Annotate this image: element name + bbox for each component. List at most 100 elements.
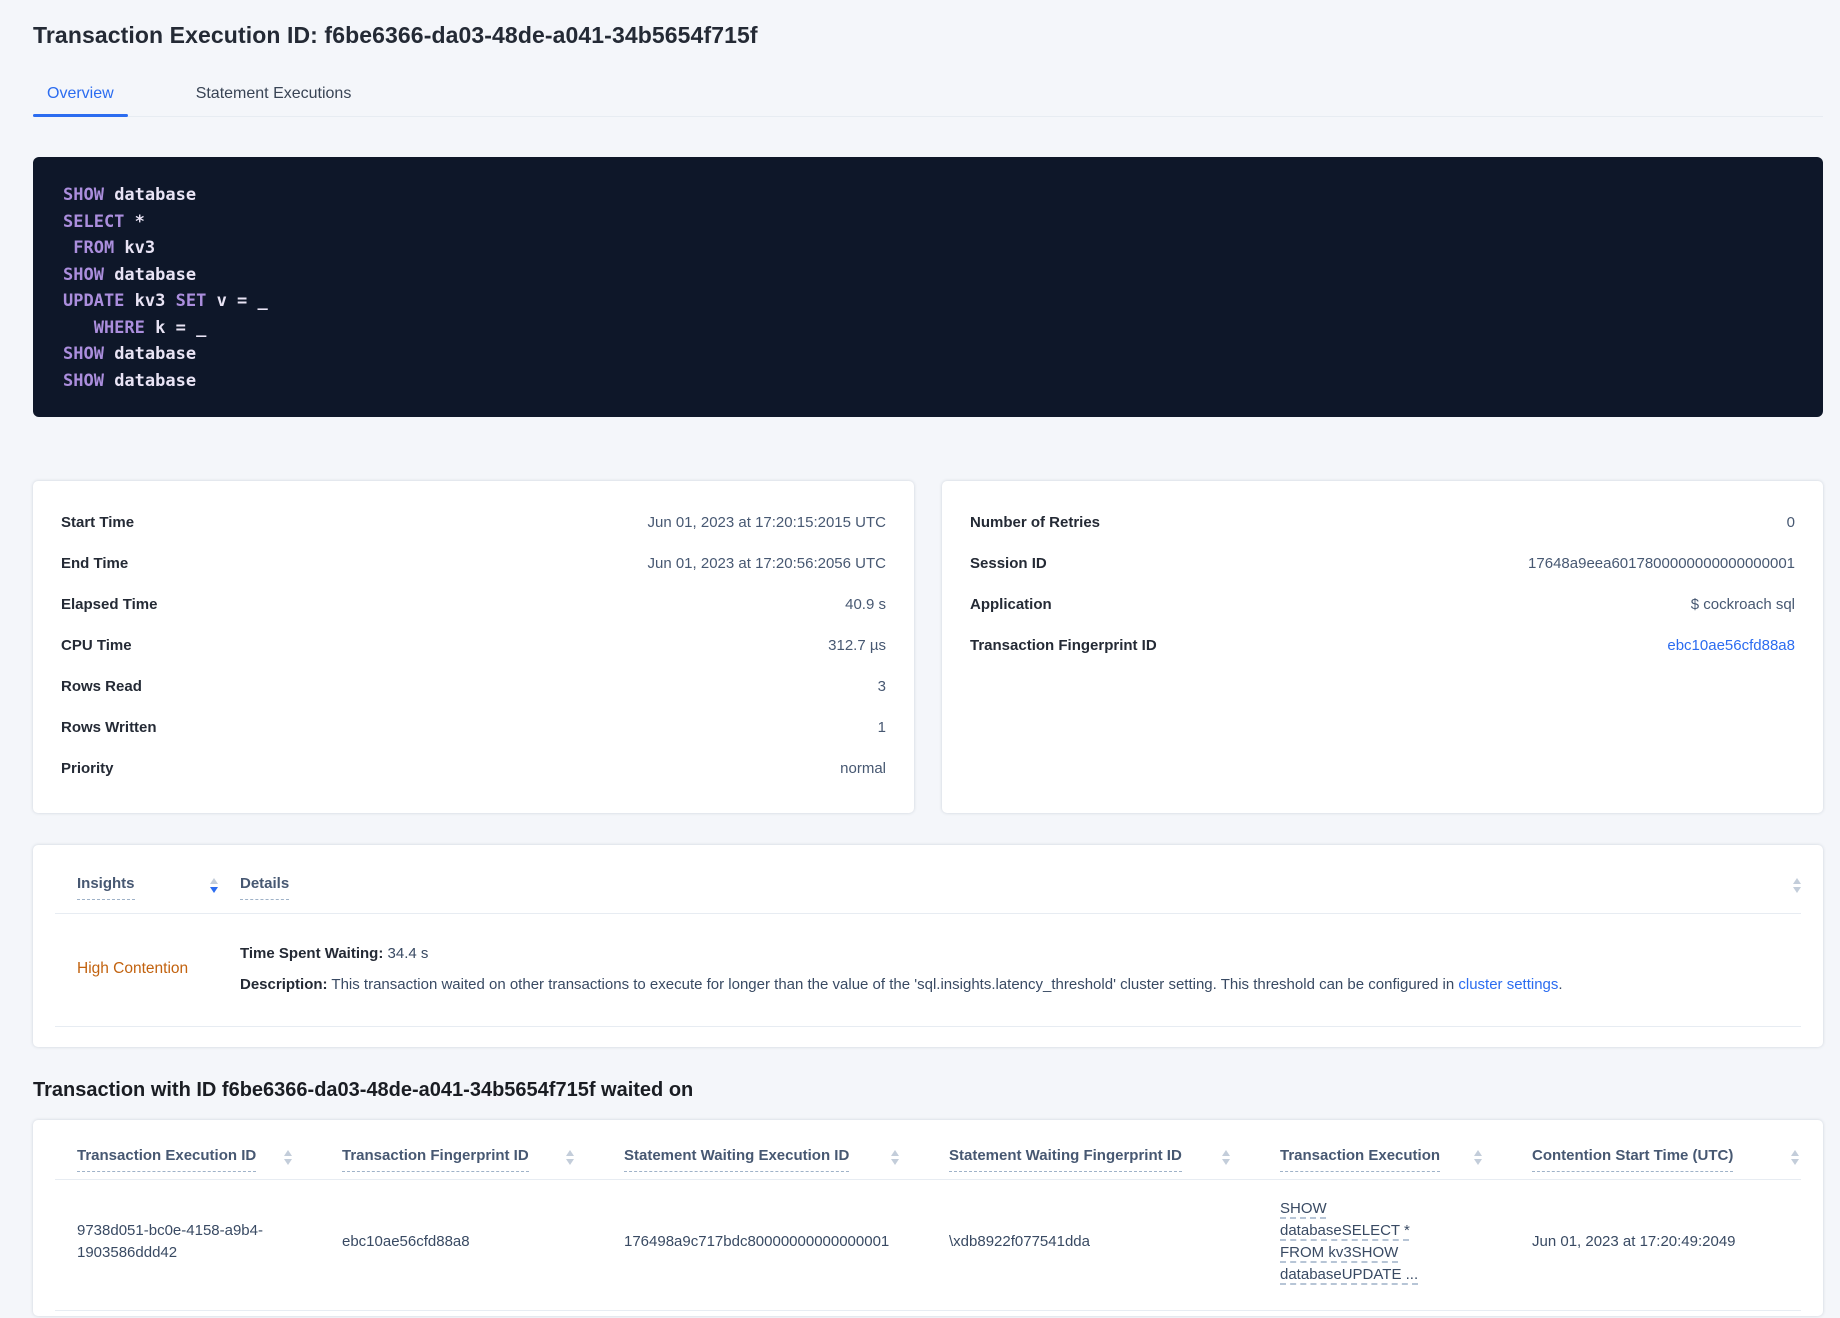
sql-keyword: WHERE xyxy=(63,317,145,338)
sql-text: k = _ xyxy=(144,317,207,338)
sql-keyword: SHOW xyxy=(63,344,104,364)
sort-icon[interactable] xyxy=(1793,878,1801,893)
kv-row: Application $ cockroach sql xyxy=(970,596,1795,637)
sql-line: SELECT * xyxy=(63,209,1793,236)
description-label: Description: xyxy=(240,976,328,993)
column-label[interactable]: Statement Waiting Fingerprint ID xyxy=(949,1147,1182,1172)
sql-text: database xyxy=(103,370,197,391)
waited-on-table-card: Transaction Execution ID Transaction Fin… xyxy=(33,1120,1823,1316)
kv-row: Elapsed Time 40.9 s xyxy=(61,596,886,637)
sql-line: WHERE k = _ xyxy=(63,315,1793,342)
execution-meta-card: Number of Retries 0 Session ID 17648a9ee… xyxy=(942,481,1823,813)
sort-icon[interactable] xyxy=(1791,1150,1799,1165)
sql-keyword: SELECT xyxy=(63,211,125,232)
sql-line: SHOW database xyxy=(63,341,1793,368)
waiting-label: Time Spent Waiting: xyxy=(240,945,384,962)
cell-transaction-fingerprint-id: ebc10ae56cfd88a8 xyxy=(342,1233,470,1250)
tab-overview[interactable]: Overview xyxy=(33,76,128,117)
sql-text: database xyxy=(103,344,197,364)
kv-label: Rows Written xyxy=(61,719,157,736)
waited-on-table-header: Transaction Execution ID Transaction Fin… xyxy=(55,1120,1801,1179)
insights-table-card: Insights Details High Contention Time Sp… xyxy=(33,845,1823,1047)
sort-icon[interactable] xyxy=(210,878,218,893)
sql-statement-box: SHOW database SELECT * FROM kv3 SHOW dat… xyxy=(33,157,1823,417)
sql-keyword: UPDATE xyxy=(63,291,125,311)
sort-icon[interactable] xyxy=(1474,1150,1482,1165)
sql-keyword: SET xyxy=(175,291,207,311)
kv-row: Rows Read 3 xyxy=(61,678,886,719)
sql-line: SHOW database xyxy=(63,368,1793,395)
execution-details-card: Start Time Jun 01, 2023 at 17:20:15:2015… xyxy=(33,481,914,813)
kv-label: End Time xyxy=(61,555,129,572)
kv-value: 40.9 s xyxy=(845,596,886,613)
kv-value: $ cockroach sql xyxy=(1690,596,1795,613)
kv-label: Start Time xyxy=(61,514,135,531)
insights-table-header: Insights Details xyxy=(55,845,1801,913)
kv-value: 1 xyxy=(877,719,886,736)
column-header-statement-waiting-fingerprint-id[interactable]: Statement Waiting Fingerprint ID xyxy=(927,1147,1258,1179)
column-header-statement-waiting-execution-id[interactable]: Statement Waiting Execution ID xyxy=(602,1147,927,1179)
waiting-value: 34.4 s xyxy=(383,945,429,962)
kv-value: 3 xyxy=(877,678,886,695)
column-label[interactable]: Transaction Execution ID xyxy=(77,1147,257,1172)
cell-contention-start-time: Jun 01, 2023 at 17:20:49:2049 xyxy=(1532,1233,1736,1250)
cell-transaction-execution-id: 9738d051-bc0e-4158-a9b4-1903586ddd42 xyxy=(77,1222,263,1261)
description-text: This transaction waited on other transac… xyxy=(327,976,1459,993)
table-row: 9738d051-bc0e-4158-a9b4-1903586ddd42 ebc… xyxy=(55,1180,1801,1310)
column-header-contention-start-time[interactable]: Contention Start Time (UTC) xyxy=(1510,1147,1801,1179)
tab-statement-executions[interactable]: Statement Executions xyxy=(182,76,366,116)
sort-icon[interactable] xyxy=(566,1150,574,1165)
sql-keyword: SHOW xyxy=(63,185,104,205)
insight-row: High Contention Time Spent Waiting: 34.4… xyxy=(55,914,1801,1026)
description-suffix: . xyxy=(1558,976,1563,993)
cell-transaction-execution-link[interactable]: SHOW databaseSELECT * FROM kv3SHOW datab… xyxy=(1280,1198,1450,1286)
sql-line: SHOW database xyxy=(63,182,1793,209)
page-container: Transaction Execution ID: f6be6366-da03-… xyxy=(0,0,1840,1316)
insight-type-label: High Contention xyxy=(77,960,189,977)
details-column-header[interactable]: Details xyxy=(218,875,1793,900)
sql-keyword: SHOW xyxy=(63,370,104,391)
column-header-transaction-fingerprint-id[interactable]: Transaction Fingerprint ID xyxy=(320,1147,602,1179)
column-label[interactable]: Transaction Execution xyxy=(1280,1147,1441,1172)
kv-value: 312.7 µs xyxy=(828,637,886,654)
tab-bar: Overview Statement Executions xyxy=(33,76,1823,117)
kv-label: Elapsed Time xyxy=(61,596,158,613)
kv-row: CPU Time 312.7 µs xyxy=(61,637,886,678)
column-label[interactable]: Transaction Fingerprint ID xyxy=(342,1147,529,1172)
column-label[interactable]: Contention Start Time (UTC) xyxy=(1532,1147,1734,1172)
column-label[interactable]: Statement Waiting Execution ID xyxy=(624,1147,850,1172)
kv-value: Jun 01, 2023 at 17:20:56:2056 UTC xyxy=(647,555,886,572)
sql-keyword: FROM xyxy=(63,238,115,258)
sort-icon[interactable] xyxy=(284,1150,292,1165)
kv-row: Rows Written 1 xyxy=(61,719,886,760)
sql-line: UPDATE kv3 SET v = _ xyxy=(63,288,1793,315)
cluster-settings-link[interactable]: cluster settings xyxy=(1458,976,1558,993)
kv-row: Start Time Jun 01, 2023 at 17:20:15:2015… xyxy=(61,514,886,555)
insight-details: Time Spent Waiting: 34.4 s Description: … xyxy=(218,938,1801,1000)
column-header-transaction-execution-id[interactable]: Transaction Execution ID xyxy=(55,1147,320,1179)
sql-keyword: SHOW xyxy=(63,264,104,285)
insights-column-header[interactable]: Insights xyxy=(55,875,218,900)
sort-icon[interactable] xyxy=(1222,1150,1230,1165)
sql-line: FROM kv3 xyxy=(63,235,1793,262)
cell-statement-waiting-execution-id: 176498a9c717bdc80000000000000001 xyxy=(624,1233,890,1250)
sql-text: * xyxy=(124,211,145,232)
time-spent-waiting-line: Time Spent Waiting: 34.4 s xyxy=(240,938,1801,969)
insights-column-label[interactable]: Insights xyxy=(77,875,135,900)
sort-icon[interactable] xyxy=(891,1150,899,1165)
card-footer-spacer xyxy=(55,1027,1801,1047)
kv-label: Session ID xyxy=(970,555,1047,572)
details-column-label[interactable]: Details xyxy=(240,875,290,900)
sql-text: kv3 xyxy=(124,291,176,311)
kv-row: Priority normal xyxy=(61,760,886,801)
transaction-fingerprint-link[interactable]: ebc10ae56cfd88a8 xyxy=(1667,637,1795,654)
waited-on-section-title: Transaction with ID f6be6366-da03-48de-a… xyxy=(33,1079,694,1101)
kv-value: 0 xyxy=(1786,514,1795,531)
kv-label: Application xyxy=(970,596,1052,613)
column-header-transaction-execution[interactable]: Transaction Execution xyxy=(1258,1147,1510,1179)
sql-text: database xyxy=(103,185,197,205)
description-line: Description: This transaction waited on … xyxy=(240,969,1801,1000)
sql-text: database xyxy=(103,264,197,285)
kv-value: 17648a9eea6017800000000000000001 xyxy=(1528,555,1795,572)
kv-label: CPU Time xyxy=(61,637,132,654)
